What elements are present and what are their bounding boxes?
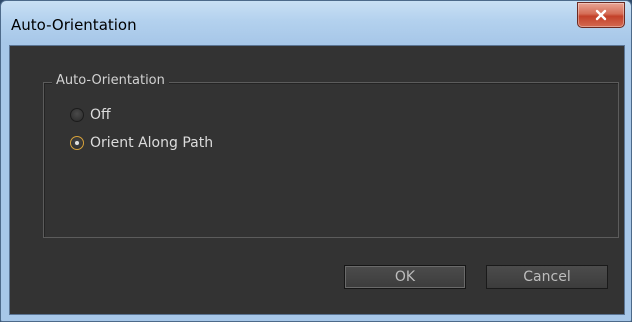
cancel-button[interactable]: Cancel	[486, 265, 608, 289]
window-title: Auto-Orientation	[11, 16, 137, 34]
radio-option-off[interactable]: Off	[70, 107, 111, 123]
ok-button[interactable]: OK	[344, 265, 466, 289]
radio-selected-dot	[75, 141, 79, 145]
dialog-body: Auto-Orientation Off Orient Along Path O…	[9, 45, 625, 315]
radio-option-orient-along-path[interactable]: Orient Along Path	[70, 135, 213, 151]
radio-button-orient-along-path[interactable]	[70, 136, 84, 150]
auto-orientation-group	[43, 82, 619, 238]
close-button[interactable]	[577, 2, 625, 28]
group-legend: Auto-Orientation	[52, 73, 169, 88]
radio-label-orient-along-path: Orient Along Path	[90, 135, 214, 151]
radio-label-off: Off	[90, 107, 111, 123]
dialog-window: Auto-Orientation Auto-Orientation Off Or…	[0, 0, 632, 322]
radio-button-off[interactable]	[70, 108, 84, 122]
title-bar[interactable]: Auto-Orientation	[1, 1, 631, 45]
close-icon	[595, 9, 607, 21]
